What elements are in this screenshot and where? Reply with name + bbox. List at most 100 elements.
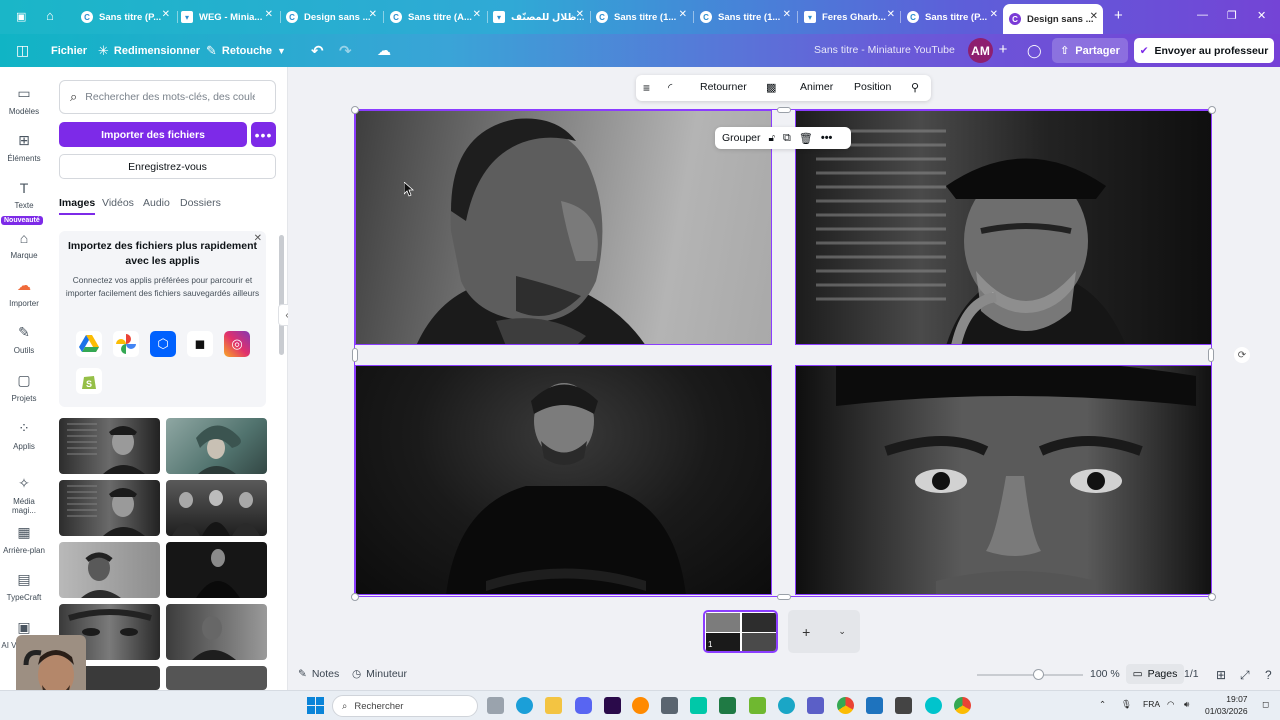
group-button[interactable]: Grouper [722, 132, 761, 144]
grid-view-icon[interactable]: ⊞ [1216, 668, 1226, 682]
copy-style-icon[interactable]: ⚲ [911, 81, 919, 94]
trash-icon[interactable]: 🗑︎ [799, 132, 813, 145]
tab-audio[interactable]: Audio [143, 197, 170, 209]
maximize-icon[interactable]: ❐ [1227, 9, 1237, 22]
image-thumbnail[interactable] [59, 480, 160, 536]
wifi-icon[interactable]: ◠ [1167, 699, 1174, 710]
tab-images[interactable]: Images [59, 197, 96, 215]
corner-rounding-icon[interactable]: ◜ [668, 81, 672, 94]
resize-handle[interactable] [1208, 593, 1216, 601]
taskbar-search[interactable]: ⌕ Rechercher [332, 695, 478, 717]
windows-start-icon[interactable] [307, 697, 324, 714]
browser-tab[interactable]: ▾ WEG - Minia... ✕ [175, 6, 278, 28]
image-thumbnail[interactable] [59, 418, 160, 474]
undo-icon[interactable]: ↶ [311, 34, 324, 67]
image-thumbnail[interactable] [166, 542, 267, 598]
shopify-icon[interactable]: S [76, 368, 102, 394]
notes-button[interactable]: ✎ Notes [298, 668, 339, 680]
redo-icon[interactable]: ↷ [339, 34, 352, 67]
close-icon[interactable]: ✕ [576, 9, 584, 20]
close-icon[interactable]: ✕ [265, 9, 273, 20]
clock[interactable]: 19:07 01/03/2026 [1205, 693, 1248, 717]
pages-button[interactable]: ▭ Pages [1126, 664, 1184, 684]
border-style-icon[interactable]: ≡ [643, 81, 650, 95]
instagram-icon[interactable]: ◎ [224, 331, 250, 357]
rail-item-apps[interactable]: ⁘ Applis [0, 420, 48, 451]
search-input[interactable] [85, 91, 256, 103]
flip-button[interactable]: Retourner [700, 81, 747, 93]
file-explorer-icon[interactable] [487, 697, 504, 714]
app-icon[interactable] [778, 697, 795, 714]
add-page-button[interactable]: + ⌄ [788, 610, 860, 653]
file-menu[interactable]: Fichier [51, 34, 87, 67]
resize-handle[interactable] [351, 106, 359, 114]
rail-item-elements[interactable]: ⊞ Éléments [0, 132, 48, 163]
rail-item-magic-media[interactable]: ✧ Média magi... [0, 475, 48, 515]
sidebar-toggle-icon[interactable]: ▣ [16, 10, 26, 23]
image-thumbnail[interactable] [166, 666, 267, 690]
image-thumbnail[interactable] [166, 604, 267, 660]
rail-item-background[interactable]: ▦ Arrière-plan [0, 524, 48, 555]
zoom-slider-knob[interactable] [1033, 669, 1044, 680]
home-icon[interactable]: ⌂ [46, 8, 54, 23]
rail-item-templates[interactable]: ▭ Modèles [0, 85, 48, 116]
rail-item-projects[interactable]: ▢ Projets [0, 372, 48, 403]
register-button[interactable]: Enregistrez-vous [59, 154, 276, 179]
close-icon[interactable]: ✕ [990, 9, 998, 20]
timer-button[interactable]: ◷ Minuteur [352, 668, 407, 680]
edge-icon[interactable] [516, 697, 533, 714]
help-icon[interactable]: ? [1265, 668, 1272, 682]
browser-tab[interactable]: C Sans titre (1... ✕ [590, 6, 692, 28]
comment-icon[interactable]: ◯ [1027, 34, 1042, 67]
new-tab-button[interactable]: + [1114, 7, 1123, 24]
google-drive-icon[interactable] [76, 331, 102, 357]
browser-tab-active[interactable]: C Design sans ... ✕ [1003, 4, 1103, 34]
close-icon[interactable]: ✕ [369, 9, 377, 20]
duplicate-icon[interactable]: ⧉ [783, 132, 791, 145]
rail-item-typecraft[interactable]: ▤ TypeCraft [0, 571, 48, 602]
fullscreen-icon[interactable]: ⤢ [1240, 668, 1250, 683]
cloud-save-icon[interactable]: ☁ [377, 34, 391, 67]
notification-icon[interactable]: ◻ [1262, 699, 1269, 710]
box-icon[interactable]: ◼ [187, 331, 213, 357]
tray-chevron-icon[interactable]: ⌃ [1099, 699, 1106, 710]
resize-handle[interactable] [351, 593, 359, 601]
lock-icon[interactable]: 🔓︎ [769, 133, 775, 144]
close-icon[interactable]: ✕ [473, 9, 481, 20]
discord-icon[interactable] [575, 697, 592, 714]
rotate-icon[interactable]: ⟳ [1234, 347, 1250, 363]
send-to-teacher-button[interactable]: ✔ Envoyer au professeur [1134, 38, 1274, 63]
import-files-button[interactable]: Importer des fichiers [59, 122, 247, 147]
resize-handle[interactable] [777, 107, 791, 113]
volume-icon[interactable]: 🔊︎ [1184, 699, 1189, 710]
add-collaborator-icon[interactable]: + [993, 39, 1013, 59]
share-button[interactable]: ⇧ Partager [1052, 38, 1128, 63]
folder-icon[interactable] [545, 697, 562, 714]
resize-handle[interactable] [1208, 348, 1214, 362]
search-box[interactable]: ⌕ [59, 80, 276, 114]
minimize-icon[interactable]: — [1197, 9, 1208, 21]
menu-toggle-icon[interactable]: ◫ [16, 34, 29, 67]
teams-icon[interactable] [807, 697, 824, 714]
app-icon[interactable] [866, 697, 883, 714]
more-icon[interactable]: ••• [821, 132, 833, 144]
browser-tab[interactable]: C Design sans ... ✕ [280, 6, 382, 28]
retouch-button[interactable]: ✎ Retouche ▼ [206, 34, 286, 67]
close-window-icon[interactable]: ✕ [1257, 9, 1266, 22]
close-icon[interactable]: ✕ [887, 9, 895, 20]
close-icon[interactable]: ✕ [1090, 11, 1098, 22]
dropbox-icon[interactable]: ⬡ [150, 331, 176, 357]
rail-item-tools[interactable]: ✎ Outils [0, 324, 48, 355]
image-thumbnail[interactable] [166, 418, 267, 474]
browser-tab[interactable]: ▾ Feres Gharb... ✕ [798, 6, 900, 28]
resize-handle[interactable] [352, 348, 358, 362]
browser-tab[interactable]: C Sans titre (P... ✕ [75, 6, 175, 28]
rail-item-upload[interactable]: ☁ Importer [0, 277, 48, 308]
app-icon[interactable] [749, 697, 766, 714]
resize-handle[interactable] [777, 594, 791, 600]
transparency-icon[interactable]: ▩ [766, 81, 776, 94]
resize-button[interactable]: ✳ Redimensionner [98, 34, 200, 67]
zoom-level[interactable]: 100 % [1090, 668, 1120, 680]
calculator-icon[interactable] [661, 697, 678, 714]
close-icon[interactable]: ✕ [162, 9, 170, 20]
